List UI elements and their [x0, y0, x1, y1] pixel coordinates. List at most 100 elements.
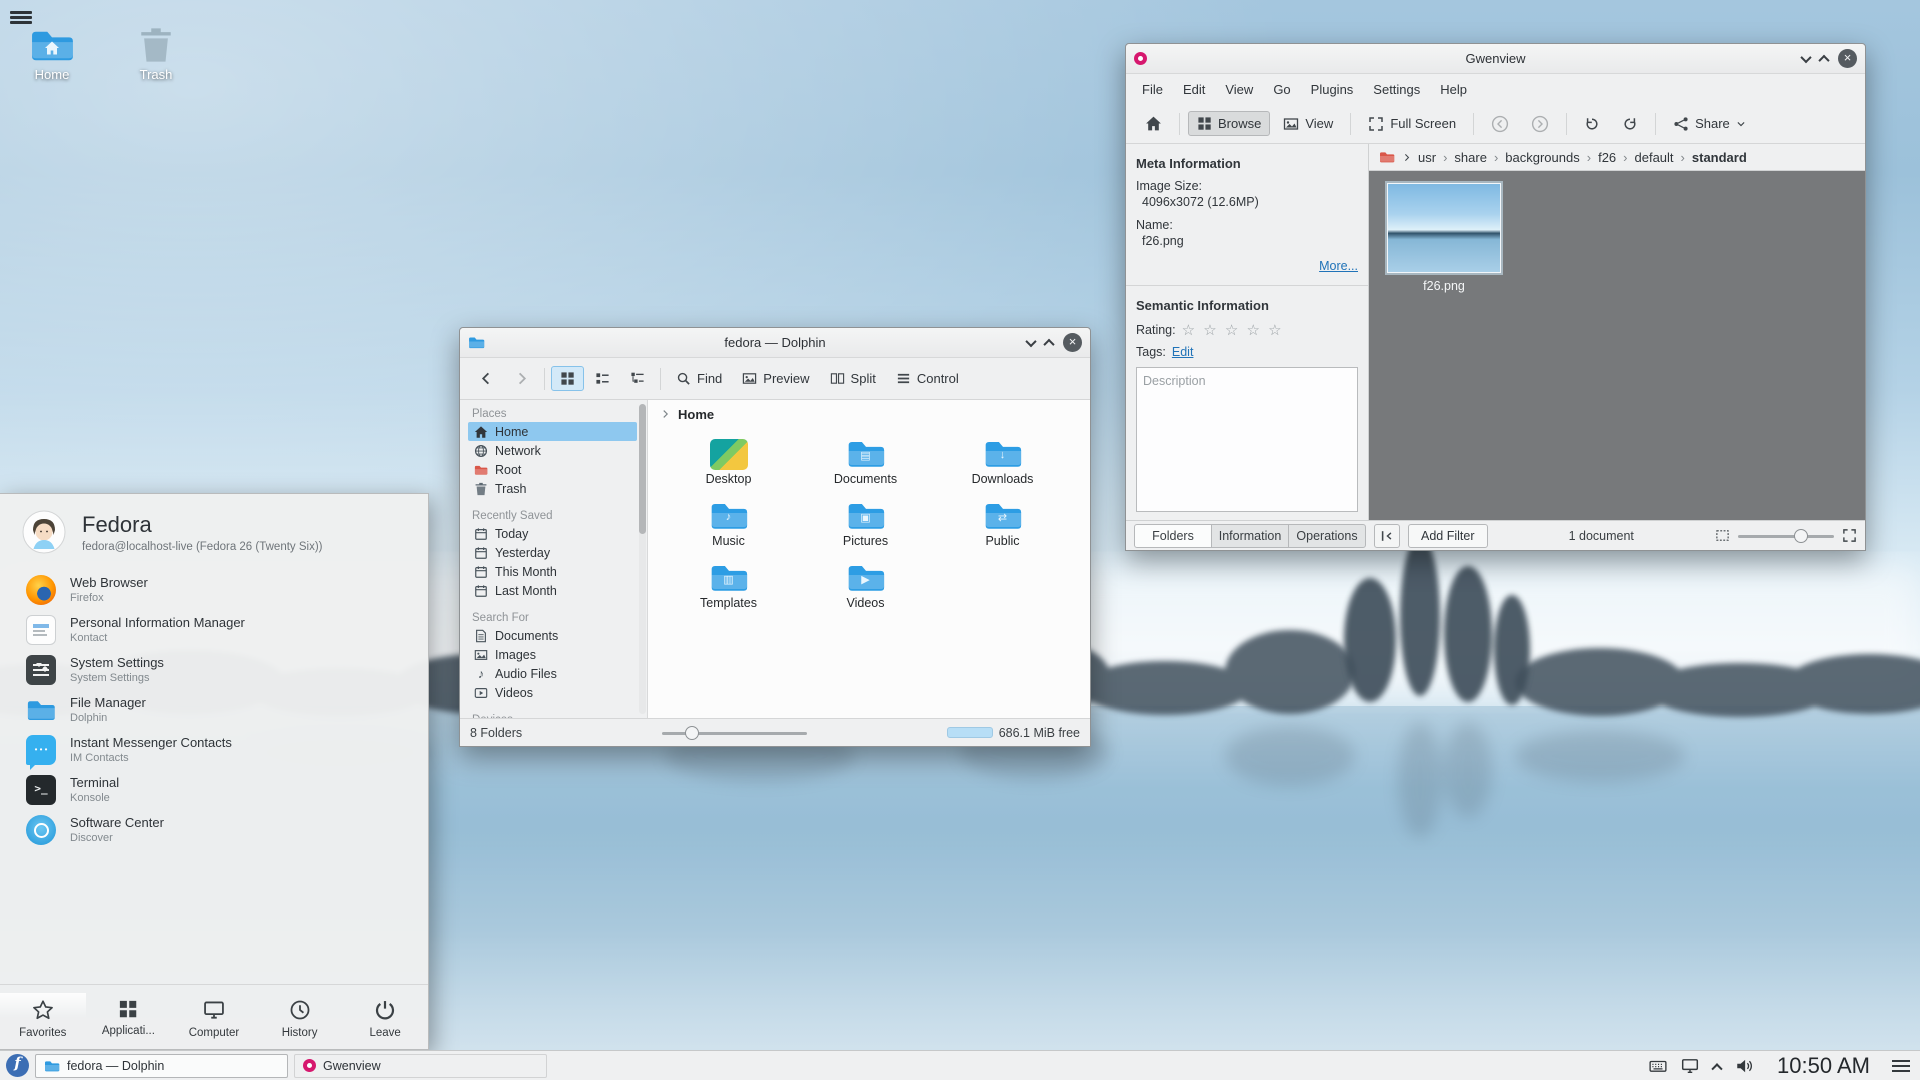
rating-stars[interactable]: ☆ ☆ ☆ ☆ ☆ — [1182, 321, 1284, 339]
folder-item-desktop[interactable]: Desktop — [660, 434, 797, 496]
application-launcher-button[interactable]: f — [6, 1054, 29, 1077]
places-item-images[interactable]: Images — [468, 645, 637, 664]
volume-icon[interactable] — [1735, 1057, 1753, 1075]
breadcrumb-segment-current[interactable]: standard — [1692, 150, 1747, 165]
tab-folders[interactable]: Folders — [1134, 524, 1212, 548]
house-icon — [44, 40, 60, 56]
add-filter-button[interactable]: Add Filter — [1408, 524, 1488, 548]
minimize-button[interactable] — [1025, 335, 1036, 346]
places-item-audio-files[interactable]: ♪Audio Files — [468, 664, 637, 683]
breadcrumb-segment[interactable]: usr — [1418, 150, 1436, 165]
menu-go[interactable]: Go — [1263, 78, 1300, 101]
places-scrollbar[interactable] — [639, 404, 646, 714]
tab-information[interactable]: Information — [1211, 524, 1289, 548]
gwenview-titlebar[interactable]: Gwenview × — [1126, 44, 1865, 74]
location-segment-home[interactable]: Home — [678, 407, 714, 422]
places-item-videos[interactable]: Videos — [468, 683, 637, 702]
zoom-slider[interactable] — [1738, 529, 1834, 543]
rotate-right-button[interactable] — [1613, 111, 1647, 137]
places-item-network[interactable]: Network — [468, 441, 637, 460]
maximize-button[interactable] — [1043, 338, 1054, 349]
places-item-this-month[interactable]: This Month — [468, 562, 637, 581]
launcher-item-terminal[interactable]: TerminalKonsole — [0, 770, 428, 810]
places-item-yesterday[interactable]: Yesterday — [468, 543, 637, 562]
forward-button[interactable] — [505, 366, 538, 391]
places-item-home[interactable]: Home — [468, 422, 637, 441]
rotate-left-button[interactable] — [1575, 111, 1609, 137]
folder-item-downloads[interactable]: ↓ Downloads — [934, 434, 1071, 496]
view-button[interactable]: View — [1274, 111, 1342, 137]
panel-settings-icon[interactable] — [1892, 1057, 1910, 1075]
collapse-sidebar-button[interactable] — [1374, 524, 1400, 548]
folder-item-pictures[interactable]: ▣ Pictures — [797, 496, 934, 558]
control-button[interactable]: Control — [887, 366, 968, 391]
breadcrumb-segment[interactable]: default — [1635, 150, 1674, 165]
tab-leave[interactable]: Leave — [342, 993, 428, 1039]
preview-button[interactable]: Preview — [733, 366, 818, 391]
launcher-item-web-browser[interactable]: Web BrowserFirefox — [0, 570, 428, 610]
share-button[interactable]: Share — [1664, 111, 1755, 137]
tab-history[interactable]: History — [257, 993, 343, 1039]
zoom-fit-icon[interactable] — [1715, 528, 1730, 543]
tab-applications[interactable]: Applicati... — [86, 993, 172, 1039]
tab-computer[interactable]: Computer — [171, 993, 257, 1039]
folder-item-public[interactable]: ⇄ Public — [934, 496, 1071, 558]
tray-expander-icon[interactable] — [1711, 1063, 1722, 1074]
places-item-documents[interactable]: Documents — [468, 626, 637, 645]
tags-edit-link[interactable]: Edit — [1172, 345, 1194, 359]
places-item-last-month[interactable]: Last Month — [468, 581, 637, 600]
breadcrumb-segment[interactable]: backgrounds — [1505, 150, 1579, 165]
browse-button[interactable]: Browse — [1188, 111, 1270, 136]
details-view-button[interactable] — [621, 366, 654, 391]
desktop-icon-trash[interactable]: Trash — [121, 26, 191, 82]
full-screen-button[interactable]: Full Screen — [1359, 111, 1465, 137]
desktop-icon-home[interactable]: Home — [17, 26, 87, 82]
desktop-toolbox-icon[interactable] — [8, 6, 34, 28]
breadcrumb-segment[interactable]: share — [1454, 150, 1487, 165]
launcher-item-im-contacts[interactable]: Instant Messenger ContactsIM Contacts — [0, 730, 428, 770]
tab-favorites[interactable]: Favorites — [0, 993, 86, 1039]
menu-settings[interactable]: Settings — [1363, 78, 1430, 101]
launcher-item-software-center[interactable]: Software CenterDiscover — [0, 810, 428, 850]
next-button[interactable] — [1522, 110, 1558, 138]
home-button[interactable] — [1136, 110, 1171, 137]
dolphin-titlebar[interactable]: fedora — Dolphin × — [460, 328, 1090, 358]
places-item-root[interactable]: Root — [468, 460, 637, 479]
more-link[interactable]: More... — [1319, 259, 1358, 273]
folder-item-templates[interactable]: ▥ Templates — [660, 558, 797, 620]
places-item-trash[interactable]: Trash — [468, 479, 637, 498]
menu-file[interactable]: File — [1132, 78, 1173, 101]
icons-view-button[interactable] — [551, 366, 584, 391]
split-button[interactable]: Split — [821, 366, 885, 391]
menu-plugins[interactable]: Plugins — [1301, 78, 1364, 101]
folder-item-documents[interactable]: ▤ Documents — [797, 434, 934, 496]
clock[interactable]: 10:50 AM — [1777, 1053, 1870, 1079]
display-icon[interactable] — [1681, 1057, 1699, 1075]
task-gwenview[interactable]: Gwenview — [294, 1054, 547, 1078]
zoom-full-icon[interactable] — [1842, 528, 1857, 543]
menu-edit[interactable]: Edit — [1173, 78, 1215, 101]
launcher-item-file-manager[interactable]: File ManagerDolphin — [0, 690, 428, 730]
description-input[interactable] — [1136, 367, 1358, 512]
menu-help[interactable]: Help — [1430, 78, 1477, 101]
maximize-button[interactable] — [1818, 54, 1829, 65]
menu-view[interactable]: View — [1215, 78, 1263, 101]
task-dolphin[interactable]: fedora — Dolphin — [35, 1054, 288, 1078]
breadcrumb-segment[interactable]: f26 — [1598, 150, 1616, 165]
folder-item-videos[interactable]: ▶ Videos — [797, 558, 934, 620]
back-button[interactable] — [470, 366, 503, 391]
thumbnail-item[interactable]: f26.png — [1383, 183, 1505, 293]
find-button[interactable]: Find — [667, 366, 731, 391]
tab-operations[interactable]: Operations — [1288, 524, 1366, 548]
keyboard-icon[interactable] — [1649, 1057, 1667, 1075]
close-button[interactable]: × — [1838, 49, 1857, 68]
close-button[interactable]: × — [1063, 333, 1082, 352]
places-item-today[interactable]: Today — [468, 524, 637, 543]
minimize-button[interactable] — [1800, 51, 1811, 62]
compact-view-button[interactable] — [586, 366, 619, 391]
previous-button[interactable] — [1482, 110, 1518, 138]
icon-size-slider[interactable] — [662, 726, 807, 740]
launcher-item-pim[interactable]: Personal Information ManagerKontact — [0, 610, 428, 650]
folder-item-music[interactable]: ♪ Music — [660, 496, 797, 558]
launcher-item-system-settings[interactable]: System SettingsSystem Settings — [0, 650, 428, 690]
